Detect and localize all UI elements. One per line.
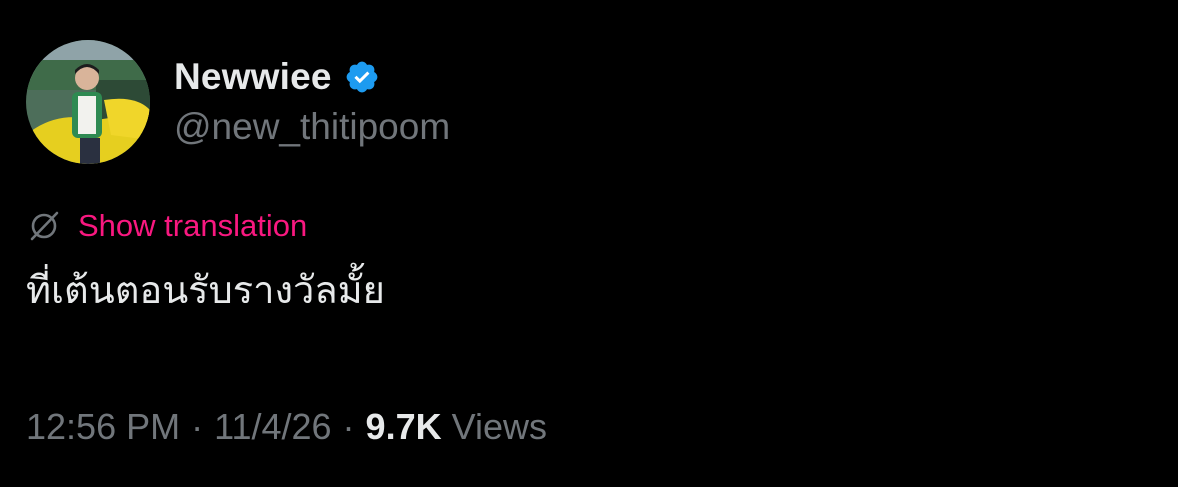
user-handle[interactable]: @new_thitipoom [174,106,450,148]
show-translation-link[interactable]: Show translation [78,208,307,244]
translation-row: Show translation [26,206,307,246]
avatar[interactable] [26,40,150,164]
meta-separator: · [191,406,204,447]
meta-separator: · [342,406,355,447]
tweet-text: ที่เต้นตอนรับรางวัลมั้ย [26,268,385,312]
avatar-photo [26,40,150,164]
views-label: Views [451,406,547,447]
tweet-time[interactable]: 12:56 PM [26,406,180,448]
display-name[interactable]: Newwiee [174,56,332,98]
tweet-date[interactable]: 11/4/26 [214,406,331,448]
globe-slash-icon [26,208,62,244]
tweet-meta: 12:56 PM · 11/4/26 · 9.7K Views [26,404,547,450]
name-row: Newwiee [174,54,450,100]
verified-badge-icon [344,59,380,95]
author-info: Newwiee @new_thitipoom [174,54,450,148]
views-count: 9.7K [365,406,442,447]
tweet-card: Newwiee @new_thitipoom Show translation … [0,0,1178,487]
